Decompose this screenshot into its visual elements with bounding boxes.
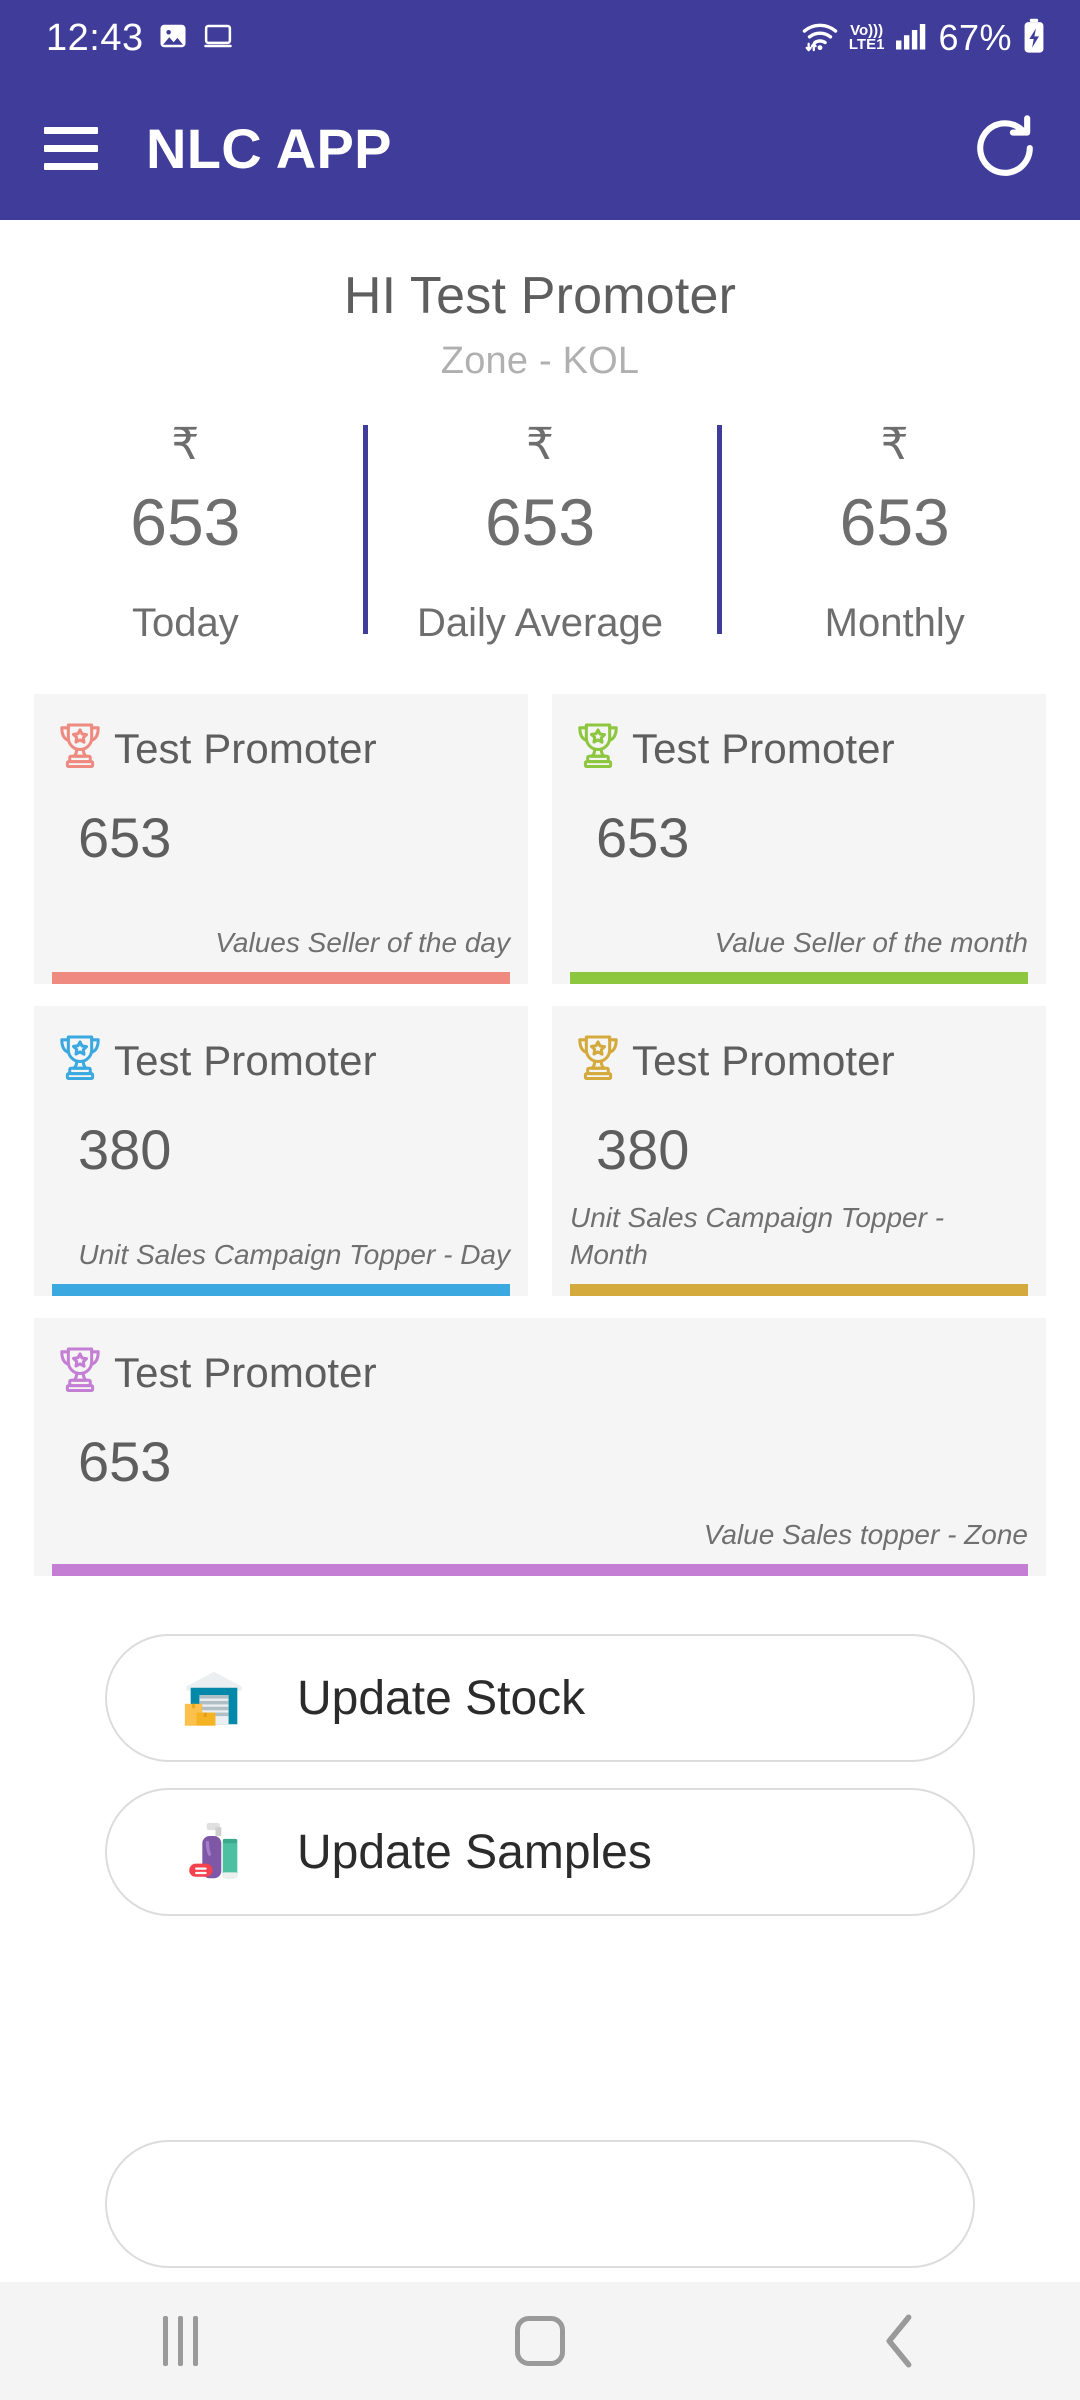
recents-glyph: [162, 2316, 198, 2366]
award-card[interactable]: Test Promoter 653 Value Seller of the mo…: [552, 694, 1046, 985]
recents-icon[interactable]: [0, 2316, 360, 2366]
stat-value: 653: [484, 484, 596, 559]
stat-daily-average: ₹ 653 Daily Average: [362, 419, 718, 646]
award-card[interactable]: Test Promoter 380 Unit Sales Campaign To…: [34, 1006, 528, 1297]
award-accent-bar: [52, 1284, 510, 1297]
award-caption: Unit Sales Campaign Topper - Day: [78, 1239, 510, 1271]
back-icon[interactable]: [720, 2313, 1080, 2369]
award-value: 380: [78, 1118, 172, 1182]
hamburger-line: [44, 162, 98, 170]
recents-bar: [162, 2316, 168, 2366]
volte-icon: Vo))) LTE1: [848, 23, 885, 53]
award-promoter-name: Test Promoter: [632, 724, 895, 772]
trophy-icon: [52, 1030, 108, 1091]
award-accent-bar: [570, 972, 1028, 985]
stats-row: ₹ 653 Today ₹ 653 Daily Average ₹ 653 Mo…: [0, 419, 1080, 646]
status-clock: 12:43: [46, 16, 144, 59]
stat-label: Daily Average: [416, 601, 664, 646]
trophy-icon: [52, 1342, 108, 1403]
status-bar-right: Vo))) LTE1 67%: [801, 17, 1046, 59]
award-value: 653: [78, 1430, 172, 1494]
recents-bar: [177, 2316, 183, 2366]
award-card-header: Test Promoter: [52, 718, 510, 779]
app-bar: NLC APP: [0, 76, 1080, 220]
app-title: NLC APP: [146, 116, 392, 180]
photo-icon: [158, 21, 188, 56]
refresh-icon[interactable]: [970, 113, 1040, 183]
award-value: 380: [596, 1118, 690, 1182]
warehouse-icon: [179, 1663, 249, 1733]
hamburger-line: [44, 144, 98, 152]
status-bar-left: 12:43: [46, 17, 234, 60]
award-cards: Test Promoter 653 Values Seller of the d…: [0, 694, 1080, 1577]
partially-visible-action-button[interactable]: [105, 2140, 975, 2268]
award-card-header: Test Promoter: [570, 1030, 1028, 1091]
home-icon[interactable]: [360, 2316, 720, 2366]
trophy-icon: [570, 1030, 626, 1091]
award-promoter-name: Test Promoter: [632, 1036, 895, 1084]
award-accent-bar: [570, 1284, 1028, 1297]
award-value: 653: [596, 806, 690, 870]
system-nav-bar: [0, 2282, 1080, 2400]
stat-value: 653: [839, 484, 950, 559]
stat-monthly: ₹ 653 Monthly: [717, 419, 1072, 646]
award-card-header: Test Promoter: [52, 1030, 510, 1091]
award-caption: Value Seller of the month: [714, 927, 1028, 959]
action-label: Update Samples: [297, 1825, 652, 1879]
wifi-icon: [801, 19, 839, 58]
recents-bar: [192, 2316, 198, 2366]
stat-label: Monthly: [824, 601, 965, 646]
award-card[interactable]: Test Promoter 653 Values Seller of the d…: [34, 694, 528, 985]
award-accent-bar: [52, 1564, 1028, 1577]
rupee-icon: ₹: [171, 420, 200, 469]
zone-label: Zone - KOL: [440, 340, 640, 382]
award-row-2: Test Promoter 380 Unit Sales Campaign To…: [34, 1006, 1046, 1297]
main-content: HI Test Promoter Zone - KOL ₹ 653 Today …: [0, 220, 1080, 1917]
award-row-1: Test Promoter 653 Values Seller of the d…: [34, 694, 1046, 985]
award-caption: Value Sales topper - Zone: [703, 1519, 1028, 1551]
award-card[interactable]: Test Promoter 380 Unit Sales Campaign To…: [552, 1006, 1046, 1297]
battery-percent: 67%: [938, 17, 1012, 58]
page-title: HI Test Promoter: [343, 267, 737, 325]
award-promoter-name: Test Promoter: [114, 724, 377, 772]
award-card-header: Test Promoter: [570, 718, 1028, 779]
stat-label: Today: [131, 601, 239, 646]
action-buttons: Update Stock Update Samples: [0, 1634, 1080, 1917]
toiletries-icon: [179, 1817, 249, 1887]
award-value: 653: [78, 806, 172, 870]
trophy-icon: [570, 718, 626, 779]
action-label: Update Stock: [297, 1671, 586, 1725]
home-glyph: [515, 2316, 565, 2366]
battery-charging-icon: [1022, 18, 1046, 59]
award-caption: Unit Sales Campaign Topper - Month: [570, 1201, 945, 1271]
volte-bottom-label: LTE1: [848, 36, 885, 53]
award-promoter-name: Test Promoter: [114, 1036, 377, 1084]
award-accent-bar: [52, 972, 510, 985]
award-row-3: Test Promoter 653 Value Sales topper - Z…: [34, 1318, 1046, 1577]
status-bar: 12:43 Vo))) LTE1 67%: [0, 0, 1080, 76]
rupee-icon: ₹: [880, 420, 909, 469]
screen-mirror-icon: [202, 21, 234, 56]
update-stock-button[interactable]: Update Stock: [105, 1634, 975, 1763]
award-card[interactable]: Test Promoter 653 Value Sales topper - Z…: [34, 1318, 1046, 1577]
award-card-header: Test Promoter: [52, 1342, 1028, 1403]
award-promoter-name: Test Promoter: [114, 1348, 377, 1396]
stat-value: 653: [130, 484, 241, 559]
signal-icon: [894, 21, 928, 56]
update-samples-button[interactable]: Update Samples: [105, 1788, 975, 1917]
award-caption: Values Seller of the day: [215, 927, 510, 959]
hamburger-menu-icon[interactable]: [44, 126, 98, 170]
back-glyph: [886, 2314, 912, 2368]
hamburger-line: [44, 126, 98, 134]
stat-today: ₹ 653 Today: [8, 419, 363, 646]
rupee-icon: ₹: [526, 420, 554, 469]
clipped-action-button-region: [0, 2140, 1080, 2282]
trophy-icon: [52, 718, 108, 779]
